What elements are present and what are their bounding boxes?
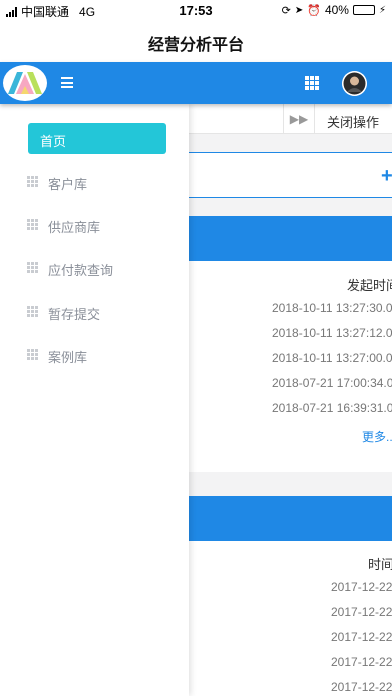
sidebar-item-cases[interactable]: 案例库: [0, 340, 189, 370]
sidebar-item-payables[interactable]: 应付款查询: [0, 253, 189, 283]
sidebar-item-home[interactable]: 首页: [28, 123, 166, 154]
table-row[interactable]: 2017-12-22: [331, 605, 392, 619]
grid-dots-icon: [27, 349, 38, 360]
apps-grid-icon[interactable]: [305, 76, 319, 90]
alarm-icon: ⏰: [307, 4, 321, 17]
close-operations-button[interactable]: 关闭操作: [314, 104, 392, 134]
column-header-initiated-time: 发起时间: [347, 278, 392, 293]
sidebar-item-label: 供应商库: [48, 220, 101, 235]
sidebar-item-label: 应付款查询: [48, 263, 114, 278]
sidebar-item-label: 客户库: [48, 177, 88, 192]
page-title: 经营分析平台: [147, 37, 244, 54]
status-bar: 中国联通 4G 17:53 ⟳ ➤ ⏰ 40% ⚡: [0, 0, 392, 20]
table-row[interactable]: 2018-10-11 13:27:12.0: [272, 326, 392, 340]
battery-percent: 40%: [324, 3, 349, 17]
sidebar-item-suppliers[interactable]: 供应商库: [0, 210, 189, 240]
grid-dots-icon: [27, 219, 38, 230]
rotation-lock-icon: ⟳: [281, 4, 291, 17]
grid-dots-icon: [27, 262, 38, 273]
more-link[interactable]: 更多...: [362, 428, 392, 445]
column-header-time: 时间: [368, 557, 392, 572]
double-chevron-right-icon: ▶▶: [289, 112, 309, 126]
status-right: ⟳ ➤ ⏰ 40% ⚡: [282, 3, 386, 17]
plus-icon[interactable]: +: [381, 165, 392, 188]
table-row[interactable]: 2018-10-11 13:27:00.0: [272, 351, 392, 365]
sidebar-item-label: 案例库: [48, 350, 88, 365]
sidebar-item-customers[interactable]: 客户库: [0, 167, 189, 197]
sidebar-item-drafts[interactable]: 暂存提交: [0, 297, 189, 327]
battery-icon: [352, 5, 375, 15]
table-row[interactable]: 2018-10-11 13:27:30.0: [272, 301, 392, 315]
sidebar-item-label: 暂存提交: [48, 307, 101, 322]
tab-forward-button[interactable]: ▶▶: [283, 104, 314, 134]
table-row[interactable]: 2017-12-22: [331, 630, 392, 644]
navbar: 经营分析平台: [0, 20, 392, 62]
hamburger-icon[interactable]: [61, 77, 73, 88]
location-icon: ➤: [294, 4, 304, 16]
grid-dots-icon: [27, 176, 38, 187]
table-row[interactable]: 2017-12-22: [331, 655, 392, 669]
table-row[interactable]: 2017-12-22: [331, 580, 392, 594]
avatar[interactable]: [342, 71, 367, 96]
app-logo[interactable]: [2, 64, 48, 102]
app-header: [0, 62, 392, 104]
grid-dots-icon: [27, 306, 38, 317]
table-row[interactable]: 2018-07-21 17:00:34.0: [272, 376, 392, 390]
table-row[interactable]: 2018-07-21 16:39:31.0: [272, 401, 392, 415]
sidebar: 首页 客户库 供应商库 应付款查询 暂存提交 案例库: [0, 104, 189, 696]
charging-icon: ⚡: [378, 4, 386, 16]
table-row[interactable]: 2017-12-22: [331, 680, 392, 694]
